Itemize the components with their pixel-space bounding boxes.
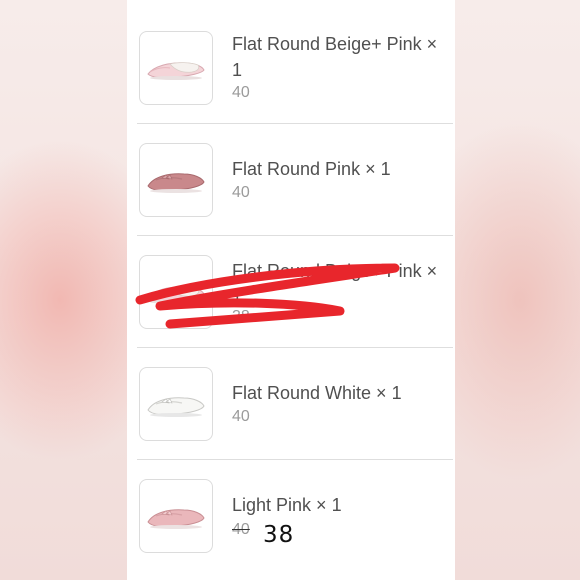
product-size: 40 [232, 184, 250, 201]
product-thumbnail[interactable] [139, 255, 213, 329]
list-item[interactable]: Flat Round Pink × 1 40 [127, 124, 455, 236]
product-thumbnail[interactable] [139, 143, 213, 217]
product-size: 40 [232, 408, 250, 425]
product-thumbnail[interactable] [139, 367, 213, 441]
product-title: Flat Round Beige+ Pink × 1 [232, 34, 438, 80]
handwritten-corrected-size: 38 [263, 522, 295, 548]
product-title: Flat Round Pink × 1 [232, 159, 391, 179]
list-item[interactable]: Flat Round White × 1 40 [127, 348, 455, 460]
list-item[interactable]: Flat Round Beige+ Pink × 1 38 [127, 236, 455, 348]
product-thumbnail[interactable] [139, 31, 213, 105]
list-item[interactable]: Light Pink × 1 40 38 [127, 460, 455, 572]
beige-pink-flat-shoe-icon [147, 286, 205, 304]
product-title: Flat Round White × 1 [232, 383, 402, 403]
product-thumbnail[interactable] [139, 479, 213, 553]
light-pink-flat-shoe-icon [147, 509, 205, 529]
product-title: Flat Round Beige+ Pink × 1 [232, 261, 438, 307]
product-size: 38 [232, 308, 250, 325]
pink-flat-shoe-icon [147, 173, 205, 193]
product-size: 40 [232, 84, 250, 101]
list-item[interactable]: Flat Round Beige+ Pink × 1 40 [127, 12, 455, 124]
product-size: 40 [232, 521, 250, 538]
white-flat-shoe-icon [147, 397, 205, 417]
beige-pink-flat-shoe-icon [147, 62, 205, 80]
product-title: Light Pink × 1 [232, 495, 342, 515]
order-items-panel: Flat Round Beige+ Pink × 1 40 Flat Round… [127, 0, 455, 580]
